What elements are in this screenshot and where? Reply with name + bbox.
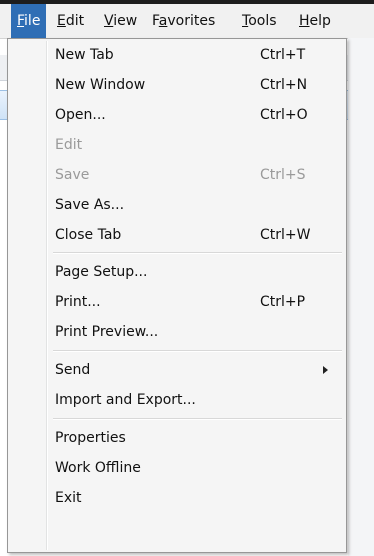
menu-item-label: Send xyxy=(55,362,91,378)
menu-item-label: Print... xyxy=(55,294,101,310)
menu-item-save-as[interactable]: Save As... xyxy=(10,191,344,219)
menu-item-label: Close Tab xyxy=(55,227,122,243)
menu-item-send[interactable]: Send xyxy=(10,356,344,384)
submenu-arrow-icon xyxy=(323,366,328,374)
menu-edit[interactable]: Edit xyxy=(51,4,90,38)
menu-item-label: Properties xyxy=(55,430,126,446)
file-dropdown-menu: New Tab Ctrl+T New Window Ctrl+N Open...… xyxy=(7,38,347,553)
menu-item-label: Print Preview... xyxy=(55,324,159,340)
menu-item-shortcut: Ctrl+W xyxy=(260,227,311,243)
menu-item-import-export[interactable]: Import and Export... xyxy=(10,386,344,414)
menu-item-label: Import and Export... xyxy=(55,392,196,408)
menu-help[interactable]: Help xyxy=(293,4,337,38)
menu-item-label: Work Offline xyxy=(55,460,141,476)
menu-item-label: New Window xyxy=(55,77,146,93)
menu-item-save[interactable]: Save Ctrl+S xyxy=(10,161,344,189)
menu-item-new-window[interactable]: New Window Ctrl+N xyxy=(10,71,344,99)
menu-separator xyxy=(53,350,342,352)
menu-item-edit[interactable]: Edit xyxy=(10,131,344,159)
menu-item-label: Save xyxy=(55,167,90,183)
menu-separator xyxy=(53,418,342,420)
menu-item-close-tab[interactable]: Close Tab Ctrl+W xyxy=(10,221,344,249)
menu-item-print-preview[interactable]: Print Preview... xyxy=(10,318,344,346)
menu-file[interactable]: File xyxy=(11,4,47,38)
menu-item-label: Page Setup... xyxy=(55,264,148,280)
menu-item-work-offline[interactable]: Work Offline xyxy=(10,454,344,482)
menu-item-shortcut: Ctrl+P xyxy=(260,294,306,310)
menu-item-label: Open... xyxy=(55,107,106,123)
menu-item-exit[interactable]: Exit xyxy=(10,484,344,512)
menu-item-new-tab[interactable]: New Tab Ctrl+T xyxy=(10,41,344,69)
menu-separator xyxy=(53,252,342,254)
menu-item-page-setup[interactable]: Page Setup... xyxy=(10,258,344,286)
menu-item-label: Edit xyxy=(55,137,83,153)
menu-item-shortcut: Ctrl+T xyxy=(260,47,306,63)
menu-item-open[interactable]: Open... Ctrl+O xyxy=(10,101,344,129)
menu-item-properties[interactable]: Properties xyxy=(10,424,344,452)
menu-item-label: Save As... xyxy=(55,197,125,213)
menu-item-shortcut: Ctrl+N xyxy=(260,77,308,93)
menu-view[interactable]: View xyxy=(98,4,143,38)
background-window-area xyxy=(348,38,374,556)
menu-bar: File Edit View Favorites Tools Help xyxy=(0,4,374,39)
menu-item-label: New Tab xyxy=(55,47,114,63)
menu-tools[interactable]: Tools xyxy=(236,4,283,38)
menu-item-shortcut: Ctrl+S xyxy=(260,167,306,183)
menu-item-shortcut: Ctrl+O xyxy=(260,107,308,123)
menu-favorites[interactable]: Favorites xyxy=(146,4,221,38)
menu-item-print[interactable]: Print... Ctrl+P xyxy=(10,288,344,316)
menu-item-label: Exit xyxy=(55,490,82,506)
